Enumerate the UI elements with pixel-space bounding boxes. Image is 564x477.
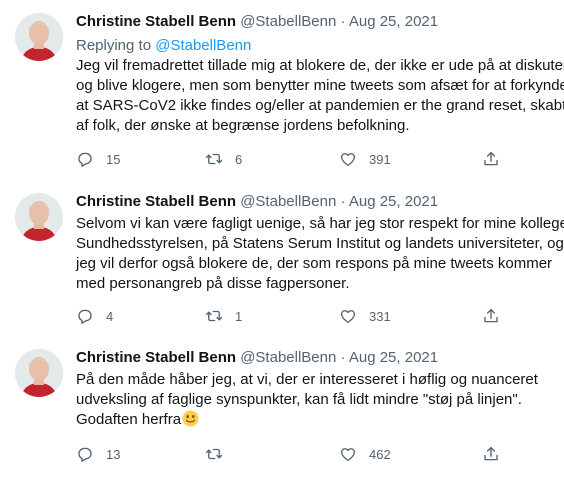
retweet-icon [205, 153, 223, 165]
avatar[interactable] [15, 349, 63, 397]
avatar-image [15, 349, 63, 397]
reply-button[interactable]: 13 [76, 445, 120, 463]
reply-count: 13 [106, 446, 121, 462]
avatar-image [15, 13, 63, 61]
slightly-smiling-face-icon [182, 410, 199, 427]
reply-icon [78, 309, 92, 324]
retweet-count: 6 [235, 151, 243, 167]
avatar-image [15, 193, 63, 241]
author-name[interactable]: Christine Stabell Benn [76, 349, 236, 366]
author-handle[interactable]: @StabellBenn [240, 349, 336, 366]
tweet-text-line: Selvom vi kan være fagligt uenige, så ha… [76, 215, 564, 232]
tweet[interactable]: Christine Stabell Benn @StabellBenn · Au… [0, 180, 564, 346]
reply-button[interactable]: 15 [76, 150, 120, 168]
tweet-text-line: af folk, der ønske at begrænse jordens b… [76, 117, 410, 134]
separator-dot: · [340, 13, 346, 30]
tweet-text-line: med personangreb på disse fagpersoner. [76, 275, 350, 292]
retweet-icon [205, 448, 223, 460]
reply-icon [78, 152, 92, 167]
author-handle[interactable]: @StabellBenn [240, 13, 336, 30]
tweet-header: Christine Stabell Benn @StabellBenn · Au… [76, 349, 438, 366]
tweet-date[interactable]: Aug 25, 2021 [349, 193, 438, 210]
tweet-actions: 4 1 331 [76, 307, 506, 327]
tweet-text-line: jeg vil derfor også blokere de, der som … [76, 255, 553, 272]
tweet-text: Selvom vi kan være fagligt uenige, så ha… [76, 214, 564, 294]
like-count: 391 [369, 151, 391, 167]
reply-count: 15 [106, 151, 121, 167]
retweet-count: 1 [235, 308, 243, 324]
replying-to: Replying to @StabellBenn [76, 37, 251, 54]
retweet-button[interactable] [205, 445, 235, 463]
tweet-date[interactable]: Aug 25, 2021 [349, 13, 438, 30]
tweet-text-line: På den måde håber jeg, at vi, der er int… [76, 371, 538, 388]
tweet-date[interactable]: Aug 25, 2021 [349, 349, 438, 366]
tweet-actions: 13 462 [76, 445, 506, 465]
author-name[interactable]: Christine Stabell Benn [76, 13, 236, 30]
replying-prefix: Replying to [76, 37, 156, 54]
tweet-text-line: Jeg vil fremadrettet tillade mig at blok… [76, 57, 564, 74]
tweet[interactable]: Christine Stabell Benn @StabellBenn · Au… [0, 0, 564, 180]
like-count: 462 [369, 446, 391, 462]
author-handle[interactable]: @StabellBenn [240, 193, 336, 210]
like-button[interactable]: 462 [339, 445, 391, 463]
tweet-header: Christine Stabell Benn @StabellBenn · Au… [76, 193, 438, 210]
tweet-text-line: udveksling af faglige synspunkter, kan f… [76, 391, 522, 408]
share-icon [484, 446, 498, 461]
tweet-text: Jeg vil fremadrettet tillade mig at blok… [76, 56, 564, 136]
avatar[interactable] [15, 13, 63, 61]
mention-link[interactable]: @StabellBenn [155, 37, 251, 54]
tweet-text: På den måde håber jeg, at vi, der er int… [76, 370, 564, 430]
separator-dot: · [340, 349, 346, 366]
tweet-text-line: og blive klogere, men som benytter mine … [76, 77, 564, 94]
retweet-button[interactable]: 1 [205, 307, 242, 325]
share-icon [484, 151, 498, 166]
heart-icon [340, 310, 356, 324]
tweet[interactable]: Christine Stabell Benn @StabellBenn · Au… [0, 336, 564, 477]
like-count: 331 [369, 308, 391, 324]
tweet-header: Christine Stabell Benn @StabellBenn · Au… [76, 13, 438, 30]
share-button[interactable] [482, 150, 500, 168]
retweet-button[interactable]: 6 [205, 150, 242, 168]
tweet-text-line-with-emoji: Godaften herfra [76, 410, 564, 430]
like-button[interactable]: 391 [339, 150, 391, 168]
tweet-actions: 15 6 391 [76, 150, 506, 170]
heart-icon [340, 153, 356, 167]
retweet-icon [205, 310, 223, 322]
share-button[interactable] [482, 307, 500, 325]
avatar[interactable] [15, 193, 63, 241]
reply-count: 4 [106, 308, 114, 324]
like-button[interactable]: 331 [339, 307, 391, 325]
separator-dot: · [340, 193, 346, 210]
share-button[interactable] [482, 445, 500, 463]
tweet-text-line: at SARS-CoV2 ikke findes og/eller at pan… [76, 97, 564, 114]
tweet-text-line: Godaften herfra [76, 411, 182, 428]
reply-icon [78, 447, 92, 462]
heart-icon [340, 448, 356, 462]
author-name[interactable]: Christine Stabell Benn [76, 193, 236, 210]
reply-button[interactable]: 4 [76, 307, 113, 325]
tweet-text-line: Sundhedsstyrelsen, på Statens Serum Inst… [76, 235, 564, 252]
share-icon [484, 308, 498, 323]
